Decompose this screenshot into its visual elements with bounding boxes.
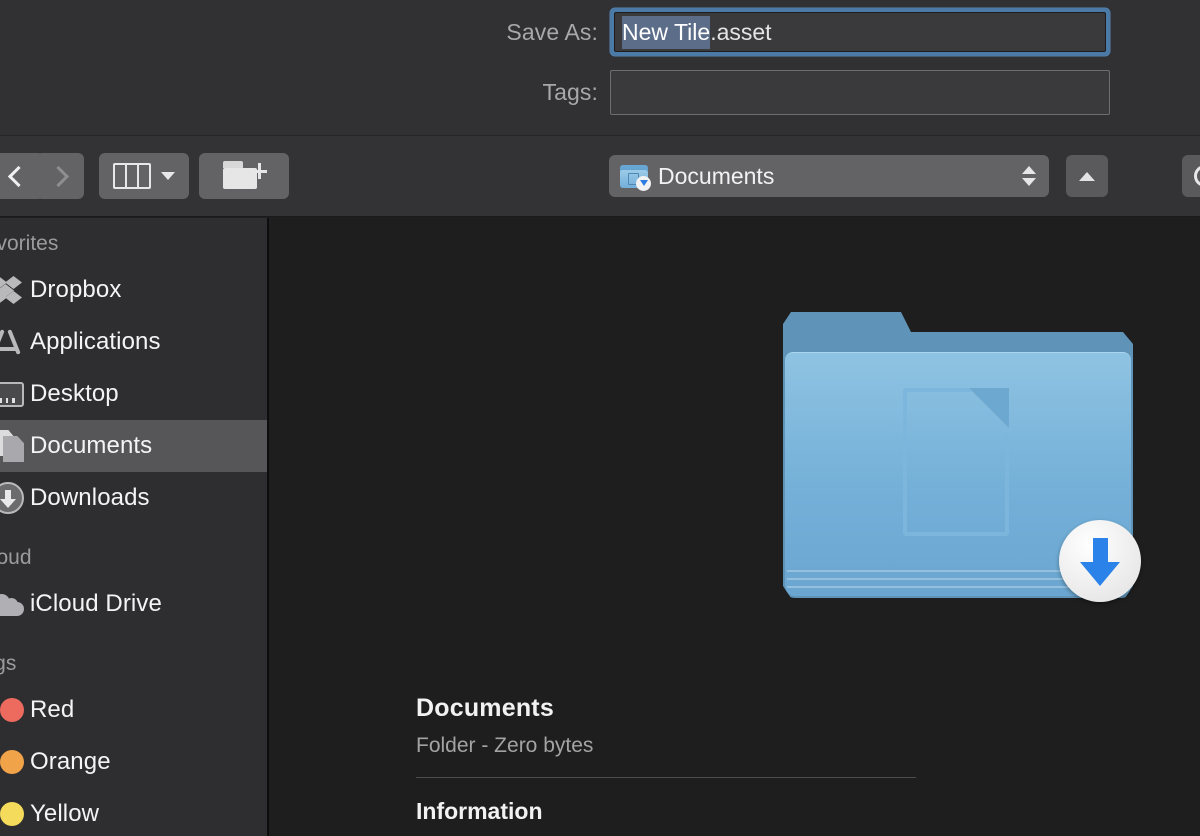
sidebar-item-label: Applications bbox=[30, 328, 161, 355]
forward-button[interactable] bbox=[36, 153, 84, 199]
sidebar-item-downloads[interactable]: Downloads bbox=[0, 472, 267, 524]
sidebar-item-documents[interactable]: Documents bbox=[0, 420, 267, 472]
documents-folder-large-icon bbox=[783, 310, 1141, 602]
documents-icon bbox=[0, 430, 30, 462]
new-folder-icon bbox=[221, 161, 267, 191]
chevron-down-icon bbox=[161, 172, 175, 180]
tags-row: Tags: bbox=[0, 70, 1110, 115]
sidebar-item-tag-orange[interactable]: Orange bbox=[0, 736, 267, 788]
sidebar-item-label: Documents bbox=[30, 432, 153, 459]
sidebar[interactable]: Favorites Dropbox Applications Desktop D… bbox=[0, 218, 269, 836]
save-as-input[interactable]: New Tile .asset bbox=[614, 12, 1106, 52]
divider bbox=[416, 777, 916, 778]
sidebar-item-tag-yellow[interactable]: Yellow bbox=[0, 788, 267, 836]
chevron-right-icon bbox=[47, 165, 69, 187]
sidebar-item-label: Yellow bbox=[30, 800, 100, 827]
sidebar-item-tag-red[interactable]: Red bbox=[0, 684, 267, 736]
sidebar-item-label: Desktop bbox=[30, 380, 119, 407]
download-badge-icon bbox=[1059, 520, 1141, 602]
path-popup-button[interactable]: Documents bbox=[609, 155, 1049, 197]
path-popup-label: Documents bbox=[658, 162, 775, 189]
sidebar-section-tags: Tags bbox=[0, 652, 17, 675]
filename-selected-text: New Tile bbox=[622, 15, 711, 49]
up-down-chevron-icon bbox=[1022, 166, 1036, 186]
save-as-row: Save As: New Tile .asset bbox=[0, 8, 1110, 56]
chevron-left-icon bbox=[7, 165, 29, 187]
sidebar-section-icloud: iCloud bbox=[0, 546, 32, 569]
preview-info: Documents Folder - Zero bytes Informatio… bbox=[416, 694, 916, 825]
sidebar-item-label: iCloud Drive bbox=[30, 590, 162, 617]
chevron-up-icon bbox=[1079, 171, 1095, 181]
tag-dot-icon bbox=[0, 802, 30, 826]
tags-input[interactable] bbox=[610, 70, 1110, 115]
downloads-icon bbox=[0, 482, 30, 514]
search-button[interactable] bbox=[1182, 155, 1200, 197]
go-up-button[interactable] bbox=[1066, 155, 1108, 197]
sidebar-item-desktop[interactable]: Desktop bbox=[0, 368, 267, 420]
tag-dot-icon bbox=[0, 750, 30, 774]
preview-title: Documents bbox=[416, 694, 554, 722]
sidebar-item-label: Dropbox bbox=[30, 276, 122, 303]
tags-label: Tags: bbox=[542, 79, 598, 105]
dropbox-icon bbox=[0, 275, 30, 305]
desktop-icon bbox=[0, 381, 30, 407]
filename-extension-text: .asset bbox=[710, 19, 772, 45]
new-folder-button[interactable] bbox=[199, 153, 289, 199]
sidebar-item-applications[interactable]: Applications bbox=[0, 316, 267, 368]
column-view-icon bbox=[113, 163, 151, 189]
dialog-header: Save As: New Tile .asset Tags: bbox=[0, 0, 1200, 135]
save-as-label: Save As: bbox=[506, 18, 598, 45]
applications-icon bbox=[0, 327, 30, 357]
save-dialog: Save As: New Tile .asset Tags: Documents… bbox=[0, 0, 1200, 836]
sidebar-item-icloud-drive[interactable]: iCloud Drive bbox=[0, 578, 267, 630]
search-icon bbox=[1194, 165, 1200, 187]
documents-folder-icon bbox=[620, 164, 651, 191]
sidebar-section-favorites: Favorites bbox=[0, 232, 59, 255]
information-section-title: Information bbox=[416, 798, 543, 824]
sidebar-item-label: Red bbox=[30, 696, 75, 723]
sidebar-item-dropbox[interactable]: Dropbox bbox=[0, 264, 267, 316]
view-mode-button[interactable] bbox=[99, 153, 189, 199]
sidebar-item-label: Downloads bbox=[30, 484, 150, 511]
save-as-focus-ring: New Tile .asset bbox=[610, 8, 1110, 56]
sidebar-item-label: Orange bbox=[30, 748, 111, 775]
cloud-icon bbox=[0, 592, 30, 616]
tag-dot-icon bbox=[0, 698, 30, 722]
preview-subtitle: Folder - Zero bytes bbox=[416, 734, 594, 757]
